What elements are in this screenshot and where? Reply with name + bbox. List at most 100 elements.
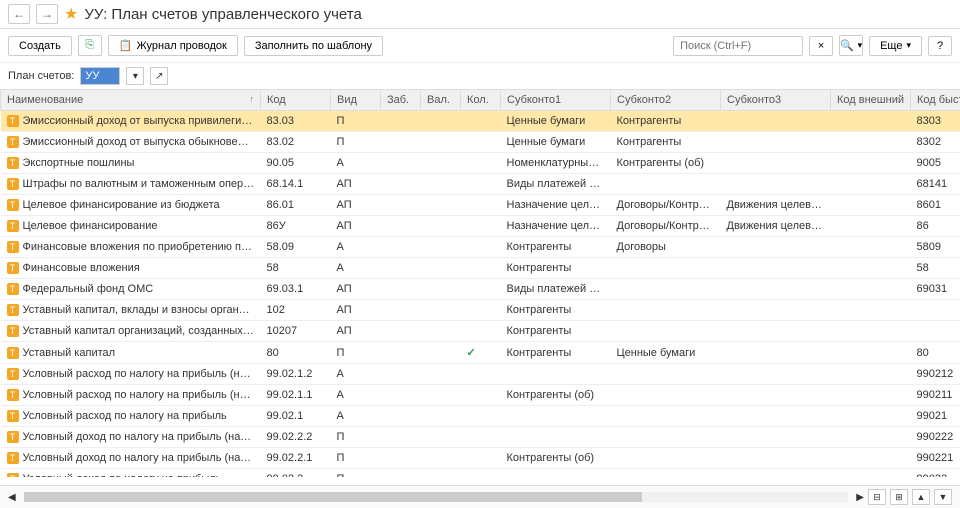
fill-template-button[interactable]: Заполнить по шаблону: [244, 36, 383, 56]
table-cell: 5809: [911, 237, 960, 258]
accounts-table-scroll[interactable]: Наименование↑КодВидЗаб.Вал.Кол.Субконто1…: [0, 89, 960, 477]
table-row[interactable]: TУставный капитал, вклады и взносы орган…: [1, 300, 960, 321]
table-cell: [461, 406, 501, 427]
table-row[interactable]: TЦелевое финансирование86УАПНазначение ц…: [1, 216, 960, 237]
table-row[interactable]: TФинансовые вложения по приобретению пра…: [1, 237, 960, 258]
table-cell: Номенклатурные гру...: [501, 153, 611, 174]
tree-expand-button[interactable]: ⊞: [890, 489, 908, 505]
column-header[interactable]: Кол.: [461, 90, 501, 111]
table-cell: [381, 321, 421, 342]
table-cell: [831, 406, 911, 427]
table-row[interactable]: TУсловный доход по налогу на прибыль (на…: [1, 427, 960, 448]
table-cell: [721, 174, 831, 195]
table-row[interactable]: TШтрафы по валютным и таможенным операци…: [1, 174, 960, 195]
search-clear-button[interactable]: ×: [809, 36, 833, 56]
table-cell: [421, 406, 461, 427]
table-row[interactable]: TУсловный расход по налогу на прибыль (н…: [1, 385, 960, 406]
tree-collapse-button[interactable]: ⊟: [868, 489, 886, 505]
column-header[interactable]: Заб.: [381, 90, 421, 111]
table-cell: Контрагенты: [501, 300, 611, 321]
table-cell: 68.14.1: [261, 174, 331, 195]
horizontal-scrollbar[interactable]: [24, 492, 849, 502]
scroll-left-button[interactable]: ◀: [8, 492, 16, 503]
table-row[interactable]: TУсловный расход по налогу на прибыль (н…: [1, 364, 960, 385]
table-cell: [421, 448, 461, 469]
table-cell: [421, 216, 461, 237]
table-cell: П: [331, 132, 381, 153]
table-row[interactable]: TЦелевое финансирование из бюджета86.01А…: [1, 195, 960, 216]
table-cell: [831, 216, 911, 237]
table-cell: П: [331, 342, 381, 364]
nav-forward-button[interactable]: →: [36, 4, 58, 24]
filter-dropdown-button[interactable]: ▾: [126, 67, 144, 85]
table-cell: Контрагенты: [611, 111, 721, 132]
table-cell: [381, 300, 421, 321]
column-header[interactable]: Код внешний: [831, 90, 911, 111]
column-header[interactable]: Субконто3: [721, 90, 831, 111]
table-row[interactable]: TУсловный доход по налогу на прибыль (на…: [1, 448, 960, 469]
table-cell: [831, 111, 911, 132]
table-row[interactable]: TФинансовые вложения58АКонтрагенты5858: [1, 258, 960, 279]
table-row[interactable]: TФедеральный фонд ОМС69.03.1АПВиды плате…: [1, 279, 960, 300]
table-cell: TУставный капитал, вклады и взносы орган…: [1, 300, 261, 321]
filter-open-button[interactable]: ↗: [150, 67, 168, 85]
table-cell: 990222: [911, 427, 960, 448]
copy-icon: ⎘: [85, 39, 94, 52]
column-header[interactable]: Код быстрого выбора: [911, 90, 960, 111]
column-header[interactable]: Вид: [331, 90, 381, 111]
journal-button[interactable]: 📋 Журнал проводок: [108, 35, 238, 56]
account-type-icon: T: [7, 304, 19, 316]
search-input[interactable]: [673, 36, 803, 56]
nav-back-button[interactable]: ←: [8, 4, 30, 24]
help-button[interactable]: ?: [928, 36, 952, 56]
page-title: УУ: План счетов управленческого учета: [84, 6, 361, 23]
table-cell: [461, 216, 501, 237]
table-cell: [831, 153, 911, 174]
table-cell: [421, 153, 461, 174]
table-row[interactable]: TЭмиссионный доход от выпуска обыкновенн…: [1, 132, 960, 153]
column-header[interactable]: Код: [261, 90, 331, 111]
table-row[interactable]: TУставный капитал организаций, созданных…: [1, 321, 960, 342]
table-row[interactable]: TУставный капитал80П✓КонтрагентыЦенные б…: [1, 342, 960, 364]
table-cell: [721, 258, 831, 279]
account-type-icon: T: [7, 283, 19, 295]
column-header[interactable]: Наименование↑: [1, 90, 261, 111]
table-cell: TУставный капитал: [1, 342, 261, 364]
table-cell: [381, 448, 421, 469]
more-button[interactable]: Еще ▾: [869, 36, 922, 56]
copy-button[interactable]: ⎘: [78, 35, 102, 56]
table-cell: [421, 300, 461, 321]
table-cell: [611, 448, 721, 469]
column-header[interactable]: Субконто2: [611, 90, 721, 111]
column-header[interactable]: Субконто1: [501, 90, 611, 111]
table-cell: [381, 111, 421, 132]
account-type-icon: T: [7, 325, 19, 337]
table-cell: TЭмиссионный доход от выпуска обыкновенн…: [1, 132, 261, 153]
table-cell: [461, 321, 501, 342]
table-cell: TЭкспортные пошлины: [1, 153, 261, 174]
table-row[interactable]: TЭкспортные пошлины90.05АНоменклатурные …: [1, 153, 960, 174]
table-row[interactable]: TЭмиссионный доход от выпуска привилегир…: [1, 111, 960, 132]
table-cell: TЦелевое финансирование: [1, 216, 261, 237]
table-cell: АП: [331, 174, 381, 195]
table-cell: [831, 469, 911, 478]
table-row[interactable]: TУсловный расход по налогу на прибыль99.…: [1, 406, 960, 427]
table-row[interactable]: TУсловный доход по налогу на прибыль99.0…: [1, 469, 960, 478]
search-button[interactable]: 🔍▾: [839, 35, 863, 56]
scroll-right-button[interactable]: ▶: [856, 492, 864, 503]
checkmark-icon: ✓: [461, 342, 501, 364]
filter-plan-input[interactable]: УУ: [80, 67, 120, 85]
create-button[interactable]: Создать: [8, 36, 72, 56]
favorite-star-icon[interactable]: ★: [64, 4, 78, 24]
account-type-icon: T: [7, 220, 19, 232]
table-cell: [421, 111, 461, 132]
table-cell: [381, 153, 421, 174]
column-header[interactable]: Вал.: [421, 90, 461, 111]
go-bottom-button[interactable]: ▼: [934, 489, 952, 505]
table-cell: [421, 364, 461, 385]
scroll-thumb[interactable]: [24, 492, 642, 502]
table-cell: [381, 364, 421, 385]
table-cell: 83.03: [261, 111, 331, 132]
go-top-button[interactable]: ▲: [912, 489, 930, 505]
table-cell: 86: [911, 216, 960, 237]
